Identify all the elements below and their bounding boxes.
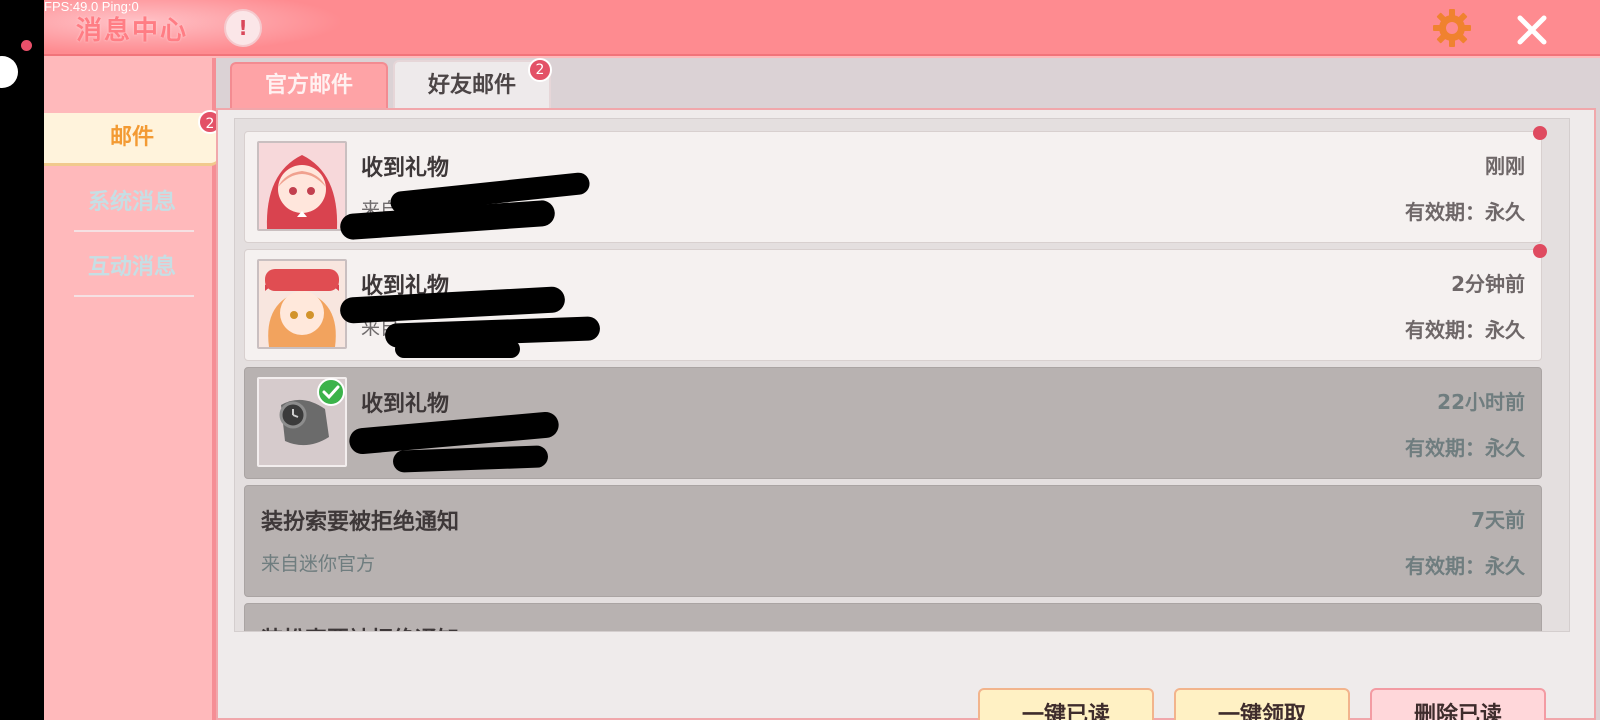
mail-sender: 来自迷你官方 (261, 553, 376, 575)
mail-list: 收到礼物 来自 刚刚 有效期：永久 收到礼物 来自 2分钟前 有效期：永久 收到… (234, 118, 1570, 632)
mail-expiry: 有效期：永久 (1405, 554, 1525, 578)
claim-all-button[interactable]: 一键领取 (1174, 688, 1350, 720)
friend-mail-count-badge: 2 (528, 58, 552, 82)
fps-overlay: FPS:49.0 Ping:0 (44, 0, 139, 14)
main-panel: 官方邮件 好友邮件 2 收到礼物 来自 刚刚 有效期：永久 收到礼物 来自 2分… (216, 58, 1600, 720)
girl-red-hood-avatar (257, 141, 347, 231)
mail-title: 收到礼物 (361, 156, 450, 181)
mail-title: 装扮索要被拒绝通知 (261, 510, 460, 535)
exclamation-icon[interactable]: ! (224, 9, 262, 47)
girl-orange-hair-avatar (257, 259, 347, 349)
mail-expiry: 有效期：永久 (1405, 318, 1525, 342)
screen-edge (0, 0, 44, 720)
page-title: 消息中心 (76, 16, 189, 46)
mail-time: 2分钟前 (1451, 272, 1525, 296)
header-bar: 消息中心 ! (44, 0, 1600, 56)
unread-dot (1533, 244, 1547, 258)
mail-expiry: 有效期：永久 (1405, 436, 1525, 460)
gear-icon[interactable] (1430, 6, 1474, 50)
claimed-check-icon (317, 378, 345, 406)
sidebar: 邮件 2 系统消息 互动消息 (44, 58, 222, 720)
mail-time: 刚刚 (1485, 154, 1525, 178)
sidebar-item-interaction-messages[interactable]: 互动消息 (44, 243, 220, 293)
redaction (395, 340, 520, 358)
mail-item[interactable]: 装扮索要被拒绝通知 (244, 603, 1542, 631)
message-center-window: 消息中心 ! 邮件 2 系统消息 互动消息 官方邮件 好友邮件 2 收到礼物 来… (44, 0, 1600, 720)
divider (74, 230, 194, 232)
tab-official-mail[interactable]: 官方邮件 (230, 62, 388, 108)
mail-item[interactable]: 装扮索要被拒绝通知 来自迷你官方 7天前 有效期：永久 (244, 485, 1542, 597)
sidebar-item-mail[interactable]: 邮件 (44, 113, 220, 163)
divider (74, 295, 194, 297)
floating-assist-button[interactable] (0, 56, 18, 88)
mail-item[interactable]: 收到礼物 来自 2分钟前 有效期：永久 (244, 244, 1547, 361)
mail-title: 装扮索要被拒绝通知 (261, 622, 459, 631)
mail-title: 收到礼物 (361, 392, 450, 417)
unread-dot (1533, 126, 1547, 140)
delete-read-button[interactable]: 删除已读 (1370, 688, 1546, 720)
mail-item[interactable]: 收到礼物 来自 刚刚 有效期：永久 (244, 126, 1547, 243)
close-icon[interactable] (1512, 10, 1552, 50)
mail-content-area: 收到礼物 来自 刚刚 有效期：永久 收到礼物 来自 2分钟前 有效期：永久 收到… (216, 108, 1596, 720)
mail-time: 7天前 (1471, 508, 1525, 532)
read-all-button[interactable]: 一键已读 (978, 688, 1154, 720)
mail-time: 22小时前 (1437, 390, 1525, 414)
sidebar-item-system-messages[interactable]: 系统消息 (44, 178, 220, 228)
mail-expiry: 有效期：永久 (1405, 200, 1525, 224)
mail-item[interactable]: 收到礼物 22小时前 有效期：永久 (244, 367, 1542, 479)
notification-dot (21, 40, 32, 51)
redaction (392, 445, 549, 473)
